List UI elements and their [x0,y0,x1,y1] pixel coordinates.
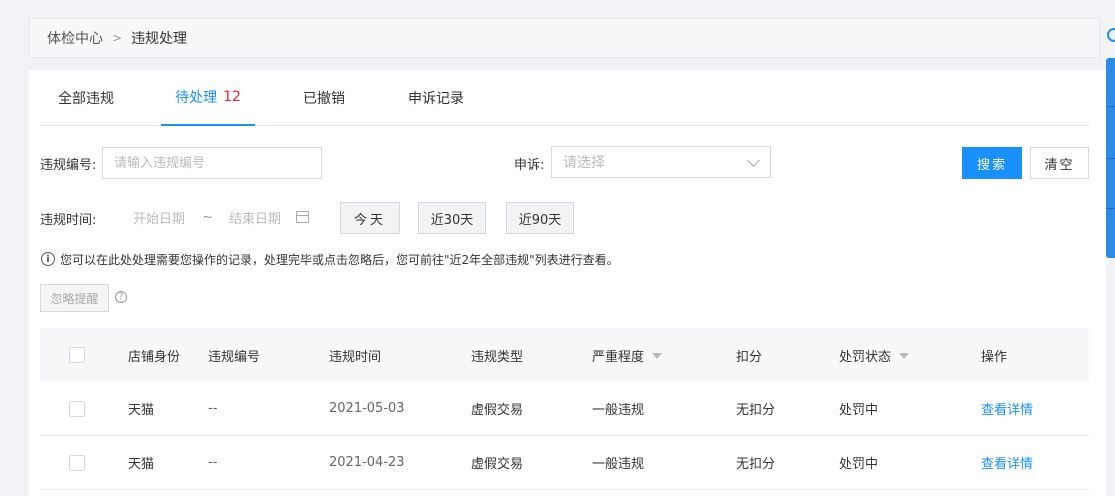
cell-violation-no: -- [208,455,218,470]
tab-label: 申诉记录 [408,91,464,107]
checkbox[interactable] [69,400,85,417]
table-header: 店铺身份 违规编号 违规时间 违规类型 严重程度 扣分 处罚状态 操作 [40,328,1089,382]
checkbox[interactable] [69,454,85,471]
date-range-separator: ~ [202,209,213,225]
tab-all-violations[interactable]: 全部违规 [48,70,124,126]
cell-penalty-status: 处罚中 [839,457,879,472]
header-violation-type: 违规类型 [471,349,524,365]
main-panel: 全部违规 待处理 12 已撤销 申诉记录 违规编号: 申诉: 请选择 搜索 清空… [29,70,1106,496]
cell-violation-time: 2021-04-23 [329,455,405,470]
tab-label: 待处理 [175,90,218,106]
cell-severity: 一般违规 [592,403,645,418]
select-all-checkbox[interactable] [69,328,85,382]
tab-label: 已撤销 [303,91,345,107]
start-date-placeholder[interactable]: 开始日期 [133,208,185,227]
cell-shop-identity: 天猫 [128,403,155,418]
cell-violation-time: 2021-05-03 [329,401,405,416]
appeal-label: 申诉: [514,158,545,173]
header-actions: 操作 [981,349,1008,365]
cell-severity: 一般违规 [592,457,645,472]
view-details-link[interactable]: 查看详情 [981,436,1033,489]
header-penalty-status-label: 处罚状态 [839,349,892,365]
cell-penalty-status: 处罚中 [839,403,879,418]
header-penalty-status[interactable]: 处罚状态 [839,328,910,382]
last-30-days-button[interactable]: 近30天 [418,202,486,234]
header-violation-no: 违规编号 [208,349,261,365]
pending-count-badge: 12 [223,89,241,105]
help-icon[interactable]: ? [115,291,127,303]
cell-points: 无扣分 [736,403,776,418]
violation-no-input[interactable] [114,155,321,171]
today-label: 今天 [353,212,386,228]
float-assistant-icon[interactable] [1107,28,1115,42]
breadcrumb-root[interactable]: 体检中心 [47,28,103,48]
violation-no-input-wrap[interactable] [102,147,322,179]
table-row: 天猫 -- 2021-05-03 虚假交易 一般违规 无扣分 处罚中 查看详情 [40,382,1089,436]
chevron-down-icon [747,154,760,167]
appeal-select[interactable]: 请选择 [551,146,771,178]
tab-label: 全部违规 [58,91,114,107]
cell-shop-identity: 天猫 [128,457,155,472]
filter-icon[interactable] [899,353,910,359]
row-checkbox[interactable] [69,436,85,489]
header-severity-label: 严重程度 [592,349,645,365]
info-icon: i [41,252,55,266]
breadcrumb-current: 违规处理 [131,31,188,47]
tab-appeal-records[interactable]: 申诉记录 [406,70,466,126]
tab-pending[interactable]: 待处理 12 [161,70,255,126]
row-checkbox[interactable] [69,382,85,435]
calendar-icon [296,211,309,223]
violation-table: 店铺身份 违规编号 违规时间 违规类型 严重程度 扣分 处罚状态 操作 天猫 -… [40,328,1089,490]
header-points: 扣分 [736,349,763,365]
violation-time-label: 违规时间: [40,213,97,228]
filter-icon[interactable] [652,353,663,359]
header-violation-time: 违规时间 [329,349,382,365]
tab-bar: 全部违规 待处理 12 已撤销 申诉记录 [40,70,1089,126]
search-button[interactable]: 搜索 [962,147,1022,179]
clear-button[interactable]: 清空 [1030,147,1089,179]
breadcrumb: 体检中心 > 违规处理 [29,18,1100,58]
header-severity[interactable]: 严重程度 [592,328,663,382]
cell-violation-no: -- [208,401,218,416]
cell-violation-type: 虚假交易 [471,457,524,472]
notice-text: 您可以在此处处理需要您操作的记录，处理完毕或点击忽略后，您可前往"近2年全部违规… [60,253,619,267]
end-date-placeholder[interactable]: 结束日期 [229,208,281,227]
cell-violation-type: 虚假交易 [471,403,524,418]
violation-no-label: 违规编号: [40,158,97,173]
appeal-select-placeholder: 请选择 [563,155,605,171]
side-tool-panel[interactable] [1106,58,1115,258]
last-90-days-button[interactable]: 近90天 [506,202,574,234]
breadcrumb-separator: > [112,31,123,45]
checkbox[interactable] [69,347,85,363]
header-shop-identity: 店铺身份 [128,349,181,365]
view-details-link[interactable]: 查看详情 [981,382,1033,435]
ignore-reminder-button[interactable]: 忽略提醒 [40,284,109,312]
table-row: 天猫 -- 2021-04-23 虚假交易 一般违规 无扣分 处罚中 查看详情 [40,436,1089,490]
cell-points: 无扣分 [736,457,776,472]
date-range-picker[interactable]: 开始日期 ~ 结束日期 [102,201,324,233]
tab-revoked[interactable]: 已撤销 [296,70,352,126]
today-button[interactable]: 今天 [340,202,400,234]
